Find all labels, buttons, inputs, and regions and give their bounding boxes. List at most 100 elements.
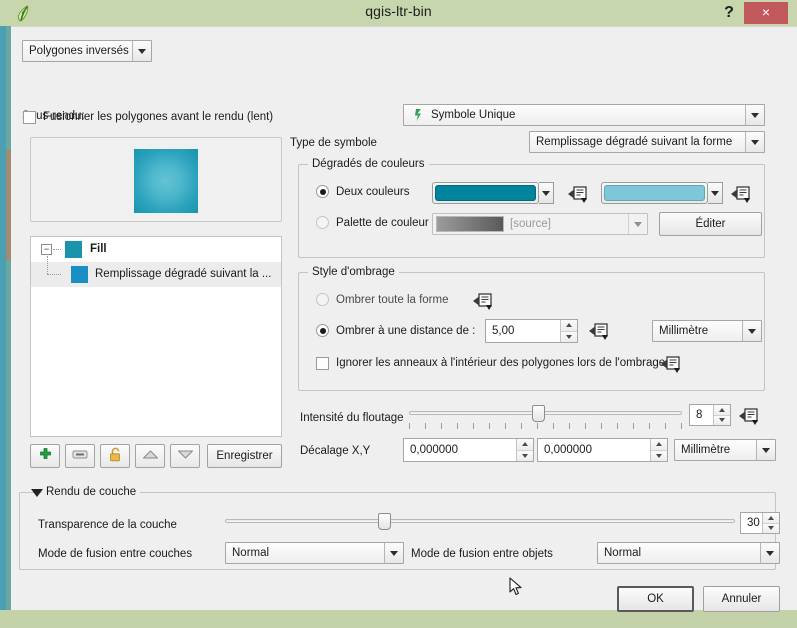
color-gradients-title: Dégradés de couleurs [308,158,429,170]
symbol-preview-box [30,137,282,222]
stepper-up-icon[interactable] [651,439,667,451]
offset-unit-combo[interactable]: Millimètre [674,439,776,461]
single-symbol-icon [408,107,428,123]
offset-x-stepper[interactable] [516,439,533,461]
layer-transparency-slider[interactable] [225,512,735,530]
stepper-up-icon[interactable] [517,439,533,451]
chevron-down-icon [384,543,403,563]
collapse-toggle-icon[interactable]: − [41,244,52,255]
shade-to-distance-label: Ombrer à une distance de : [336,325,476,337]
offset-y-stepper[interactable] [650,439,667,461]
blur-data-defined-override-icon[interactable] [737,406,761,426]
symbol-type-combo[interactable]: Remplissage dégradé suivant la forme [529,131,765,153]
blur-intensity-spinbox[interactable]: 8 [689,404,731,426]
stepper-down-icon[interactable] [517,450,533,461]
layer-transparency-stepper[interactable] [762,513,779,533]
stepper-down-icon[interactable] [561,331,577,342]
plus-icon [38,447,53,465]
color1-data-defined-override-icon[interactable] [566,184,590,204]
shade-distance-data-defined-override-icon[interactable] [587,321,611,341]
gradient-color1-button[interactable] [432,182,539,204]
two-colors-radio[interactable] [316,185,329,198]
blur-intensity-stepper[interactable] [713,405,730,425]
stepper-down-icon[interactable] [651,450,667,461]
color1-dropdown-arrow[interactable] [539,182,554,204]
window-title: qgis-ltr-bin [365,3,432,19]
move-up-button[interactable] [135,444,165,468]
offset-x-spinbox[interactable]: 0,000000 [403,438,534,462]
shade-distance-spinbox[interactable]: 5,00 [485,319,578,343]
shade-distance-unit-value: Millimètre [659,325,709,337]
add-symbol-layer-button[interactable] [30,444,60,468]
offset-label: Décalage X,Y [300,445,371,457]
tree-item-label: Fill [90,243,107,255]
merge-polygons-label: Fusionner les polygones avant le rendu (… [43,111,274,123]
shade-distance-value: 5,00 [492,325,515,337]
stepper-down-icon[interactable] [763,523,779,533]
symbol-type-value: Remplissage dégradé suivant la forme [536,136,733,148]
subrenderer-combo[interactable]: Symbole Unique [403,104,765,126]
symbol-type-label: Type de symbole [290,137,377,149]
offset-unit-value: Millimètre [681,444,731,456]
symbol-layer-tree[interactable]: − Fill Remplissage dégradé suivant la ..… [30,236,282,437]
stepper-down-icon[interactable] [714,415,730,425]
feature-blend-mode-value: Normal [604,547,642,559]
layer-transparency-label: Transparence de la couche [38,519,177,531]
merge-polygons-checkbox[interactable] [23,111,36,124]
tree-item-label: Remplissage dégradé suivant la ... [95,268,272,280]
color2-data-defined-override-icon[interactable] [729,184,753,204]
chevron-down-icon [760,543,779,563]
help-button[interactable]: ? [718,2,740,24]
ignore-rings-data-defined-override-icon[interactable] [659,354,683,374]
title-bar: qgis-ltr-bin ? × [0,0,797,26]
shade-distance-unit-combo[interactable]: Millimètre [652,320,762,342]
symbol-layer-type-combo[interactable]: Polygones inversés [22,40,152,62]
two-colors-label: Deux couleurs [336,186,410,198]
shade-whole-shape-data-defined-override-icon[interactable] [471,291,495,311]
color-ramp-combo[interactable]: [source] [432,213,648,235]
minus-icon [72,449,88,463]
color-gradients-groupbox: Dégradés de couleurs Deux couleurs Palet… [298,158,765,258]
lock-colors-button[interactable] [100,444,130,468]
ignore-rings-checkbox[interactable] [316,357,329,370]
blur-intensity-slider[interactable] [409,404,682,422]
table-row[interactable]: Remplissage dégradé suivant la ... [31,256,281,287]
subrenderer-value: Symbole Unique [431,109,516,121]
remove-symbol-layer-button[interactable] [65,444,95,468]
color-ramp-radio[interactable] [316,216,329,229]
feature-blend-mode-label: Mode de fusion entre objets [411,548,553,560]
move-down-button[interactable] [170,444,200,468]
chevron-down-icon [742,321,761,341]
color2-dropdown-arrow[interactable] [708,182,723,204]
save-symbol-button[interactable]: Enregistrer [207,444,282,468]
close-button[interactable]: × [744,2,788,24]
stepper-up-icon[interactable] [763,513,779,524]
slider-handle[interactable] [531,405,545,422]
blur-intensity-label: Intensité du floutage [300,412,404,424]
edit-color-ramp-button[interactable]: Éditer [659,212,762,236]
collapse-toggle-icon[interactable] [31,489,43,497]
stepper-up-icon[interactable] [714,405,730,416]
offset-y-spinbox[interactable]: 0,000000 [537,438,668,462]
ignore-rings-label: Ignorer les anneaux à l'intérieur des po… [336,357,666,369]
padlock-icon [109,447,122,465]
cancel-button[interactable]: Annuler [703,586,780,612]
shading-style-groupbox: Style d'ombrage Ombrer toute la forme Om… [298,266,765,391]
layer-blend-mode-value: Normal [232,547,270,559]
ok-button[interactable]: OK [617,586,694,612]
layer-blend-mode-combo[interactable]: Normal [225,542,404,564]
gradient-color2-button[interactable] [601,182,708,204]
layer-transparency-spinbox[interactable]: 30 [740,512,780,534]
feature-blend-mode-combo[interactable]: Normal [597,542,780,564]
table-row[interactable]: − Fill [31,237,281,262]
shade-whole-shape-radio[interactable] [316,293,329,306]
slider-handle[interactable] [378,513,391,530]
slider-ticks [409,423,682,429]
shade-distance-stepper[interactable] [560,320,577,342]
arrow-up-icon [142,449,159,463]
symbol-properties-dialog: qgis-ltr-bin ? × Polygones inversés Sous… [0,0,797,628]
stepper-up-icon[interactable] [561,320,577,332]
shade-to-distance-radio[interactable] [316,324,329,337]
shade-whole-shape-label: Ombrer toute la forme [336,294,449,306]
chevron-down-icon [132,41,151,61]
